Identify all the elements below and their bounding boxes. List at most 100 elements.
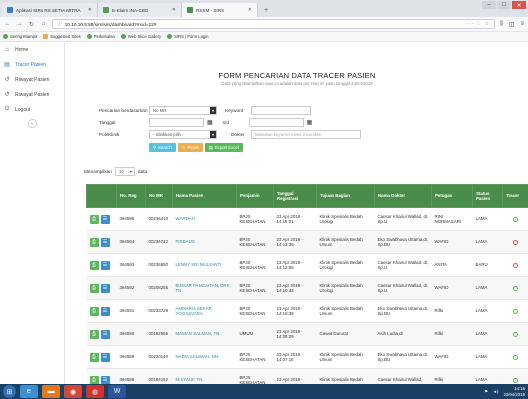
list-icon[interactable]: ☰ — [100, 214, 110, 224]
bookmark-item[interactable]: Sering Mampir — [3, 34, 37, 39]
tracer-ok-icon[interactable] — [513, 377, 518, 383]
sidebar-toggle-icon[interactable]: ◫ — [509, 21, 515, 28]
bookmark-item[interactable]: SIRS | Form Login — [167, 34, 209, 39]
print-icon[interactable]: ⎙ — [89, 237, 99, 247]
col-nama-dokter[interactable]: Nama Dokter — [374, 184, 432, 208]
clock[interactable]: 14:15 23/04/2019 — [503, 386, 525, 396]
folder-icon[interactable]: ▬ — [42, 385, 60, 398]
reload-icon[interactable]: ↻ — [28, 21, 35, 28]
print-icon[interactable]: ⎙ — [89, 214, 99, 224]
print-icon[interactable]: ⎙ — [89, 329, 99, 339]
tracer-ok-icon[interactable] — [513, 285, 518, 291]
browser-tab[interactable]: Aplikasi SIRs RS SETIA MITRA ✕ — [2, 3, 98, 17]
cell-nama-dokter: Caesar Khairul Wallad, — [374, 368, 432, 384]
window-controls: – □ ✕ — [482, 1, 526, 9]
bookmarks-bar: Sering Mampir Suggested Sites Perkenalan… — [0, 32, 528, 42]
print-icon[interactable]: ⎙ — [89, 306, 99, 316]
power-icon: ⏻ — [4, 106, 10, 112]
cell-nama-pasien[interactable]: M.SYAUF, TN. — [172, 368, 237, 384]
print-icon[interactable]: ⎙ — [89, 375, 99, 384]
col-no-reg[interactable]: No. Reg — [116, 184, 146, 208]
cell-nama-pasien[interactable]: FIRDAUS — [172, 230, 237, 254]
keyword-input[interactable] — [251, 106, 311, 115]
tray-flag-icon[interactable]: ⚑ — [484, 389, 488, 395]
print-icon[interactable]: ⎙ — [89, 283, 99, 293]
print-icon[interactable]: ⎙ — [89, 352, 99, 362]
sidebar-collapse-icon[interactable]: « — [27, 119, 37, 128]
address-bar[interactable]: ⓘ 10.10.10.5:88/sirs/sirs/dashboard?mod=… — [52, 19, 496, 29]
new-tab-button[interactable]: + — [258, 3, 274, 17]
cell-nama-pasien[interactable]: BINSAR PANGAITAN, DRS, TN. — [172, 276, 237, 300]
col-no-mr[interactable]: No MR — [145, 184, 173, 208]
list-icon[interactable]: ☰ — [100, 352, 110, 362]
maximize-icon[interactable]: □ — [497, 1, 511, 9]
col-tracer[interactable]: Tracer — [502, 184, 528, 208]
print-icon[interactable]: ⎙ — [89, 260, 99, 270]
list-icon[interactable]: ☰ — [100, 260, 110, 270]
date-to-input[interactable] — [248, 118, 304, 127]
start-button[interactable]: ⊞ — [3, 385, 16, 398]
tracer-ok-icon[interactable] — [513, 354, 518, 360]
sidebar-item-home[interactable]: ⌂ Home — [0, 42, 64, 57]
close-tab-icon[interactable]: ✕ — [172, 7, 176, 13]
list-icon[interactable]: ☰ — [100, 375, 110, 384]
col-petugas[interactable]: Petugas — [431, 184, 473, 208]
search-button[interactable]: ⚲ Search — [149, 143, 176, 152]
doctor-input[interactable]: Masukan keyword nama 2 karakter — [251, 130, 361, 139]
list-icon[interactable]: ☰ — [100, 283, 110, 293]
date-from-input[interactable] — [149, 118, 204, 127]
page-actions-icon[interactable]: ··· ♡ ☆ — [466, 21, 490, 27]
cell-nama-pasien[interactable]: WARDAH — [172, 207, 237, 231]
volume-icon[interactable]: ◄) — [493, 389, 499, 394]
tracer-ok-icon[interactable] — [513, 216, 518, 222]
sidebar-item-riwayat-pasien-2[interactable]: ↺ Riwayat Pasien — [0, 87, 64, 102]
list-icon[interactable]: ☰ — [100, 237, 110, 247]
col-nama-pasien[interactable]: Nama Pasien — [172, 184, 237, 208]
sidebar-item-riwayat-pasien[interactable]: ↺ Riwayat Pasien — [0, 72, 64, 87]
menu-icon[interactable]: ≡ — [520, 21, 524, 28]
col-status-pasien[interactable]: Status Pasien — [472, 184, 503, 208]
cell-nama-pasien[interactable]: MAMAN SALMAN, TN. — [172, 322, 237, 346]
export-excel-button[interactable]: ▤ Export Excel — [204, 143, 243, 152]
sidebar-item-tracer-pasien[interactable]: ▤ Tracer Pasien — [0, 57, 64, 72]
cell-nama-pasien[interactable]: NADIA SALIMAH, NN. — [172, 345, 237, 369]
col-tanggal-registrasi[interactable]: Tanggal Registrasi — [273, 184, 317, 208]
tracer-ok-icon[interactable] — [513, 331, 518, 337]
cell-nama-dokter: Eko Swabhava Uttama,dr, Sp.BU — [374, 345, 432, 369]
col-tujuan-bagian[interactable]: Tujuan Bagian — [316, 184, 375, 208]
tracer-pending-icon[interactable] — [513, 239, 518, 245]
cell-no-mr: 00182566 — [145, 322, 173, 346]
sidebar-item-logout[interactable]: ⏻ Logout — [0, 102, 64, 117]
calendar-icon[interactable]: ▦ — [307, 119, 313, 126]
window-close-icon[interactable]: ✕ — [512, 1, 526, 9]
cell-nama-pasien[interactable]: LENNY SRI MULYANTI — [172, 253, 237, 277]
bookmark-item[interactable]: Web Slice Gallery — [120, 34, 161, 39]
search-by-select[interactable]: No MR ▾ — [149, 106, 217, 115]
cell-nama-pasien[interactable]: AMMARIA SEKAR YOGASVARA — [172, 299, 237, 323]
chrome-icon[interactable]: ◉ — [64, 385, 82, 398]
forward-icon[interactable]: → — [16, 21, 23, 27]
tracer-pending-icon[interactable] — [513, 262, 518, 268]
tracer-ok-icon[interactable] — [513, 308, 518, 314]
word-icon[interactable]: W — [108, 385, 126, 398]
browser-tab-active[interactable]: RSSM - SIRS ✕ — [182, 3, 258, 17]
bookmark-item[interactable]: Perkenalan — [86, 34, 115, 39]
list-icon[interactable]: ☰ — [100, 306, 110, 316]
reset-button[interactable]: ↻ Reset — [177, 143, 203, 152]
back-icon[interactable]: ← — [4, 21, 11, 27]
library-icon[interactable]: ⫼ — [500, 21, 503, 28]
minimize-icon[interactable]: – — [482, 1, 496, 9]
close-tab-icon[interactable]: ✕ — [248, 7, 252, 13]
calendar-icon[interactable]: ▦ — [207, 119, 213, 126]
home-nav-icon[interactable]: ⌂ — [40, 21, 47, 27]
bookmark-item[interactable]: Suggested Sites — [43, 34, 81, 39]
close-tab-icon[interactable]: ✕ — [88, 7, 92, 13]
cell-penjamin: BPJS KESEHATAN — [236, 345, 274, 369]
page-size-select[interactable]: 10 ▾ — [114, 167, 135, 176]
ie-icon[interactable]: e — [20, 385, 38, 398]
list-icon[interactable]: ☰ — [100, 329, 110, 339]
col-penjamin[interactable]: Penjamin — [236, 184, 274, 208]
browser-tab[interactable]: E-Klaim INA-CBG ✕ — [98, 3, 182, 17]
poli-select[interactable]: - Silahkan pilih - ▾ — [149, 130, 217, 139]
firefox-icon[interactable]: ◍ — [86, 385, 104, 398]
